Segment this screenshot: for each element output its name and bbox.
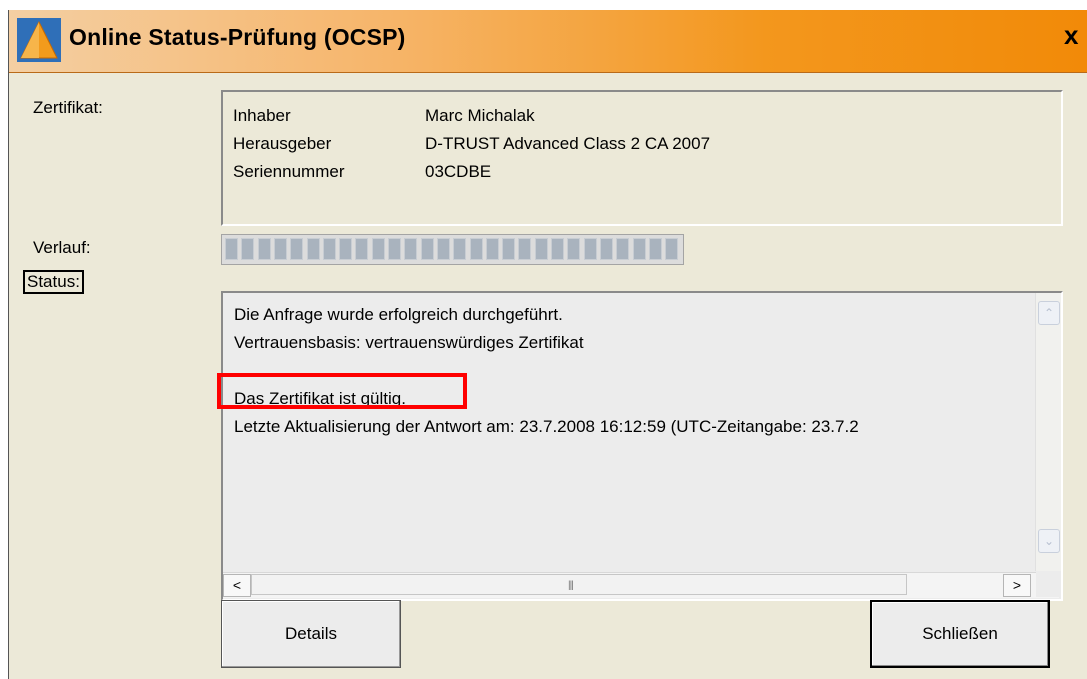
horizontal-scrollbar[interactable]: < ||| > — [223, 572, 1059, 598]
progress-segment — [404, 238, 418, 260]
progress-segment — [371, 238, 385, 260]
progress-segment — [306, 238, 320, 260]
status-text-area[interactable]: Die Anfrage wurde erfolgreich durchgefüh… — [221, 291, 1063, 601]
progress-segment — [241, 238, 255, 260]
progress-segment — [567, 238, 581, 260]
title-bar[interactable]: Online Status-Prüfung (OCSP) x — [9, 10, 1087, 73]
cert-key: Inhaber — [233, 106, 291, 125]
progress-segment — [648, 238, 662, 260]
valid-highlight-box — [217, 373, 467, 409]
scroll-left-icon[interactable]: < — [223, 574, 251, 597]
progress-segment — [518, 238, 532, 260]
progress-segment — [632, 238, 646, 260]
window-title: Online Status-Prüfung (OCSP) — [69, 24, 406, 50]
close-icon[interactable]: x — [1064, 20, 1087, 60]
scroll-down-icon[interactable]: ⌄ — [1038, 529, 1060, 553]
progress-segment — [469, 238, 483, 260]
grip-icon: ||| — [568, 580, 574, 591]
progress-segment — [322, 238, 336, 260]
progress-segment — [551, 238, 564, 260]
progress-segment — [485, 238, 499, 260]
certificate-info-box: Inhaber Marc Michalak Herausgeber D-TRUS… — [221, 90, 1063, 226]
progress-segment — [616, 238, 630, 260]
certificate-label: Zertifikat: — [33, 98, 103, 117]
warning-triangle-icon — [17, 18, 61, 62]
progress-label: Verlauf: — [33, 238, 91, 257]
cert-key: Herausgeber — [233, 134, 332, 153]
progress-segment — [436, 238, 450, 260]
progress-segment — [225, 238, 238, 260]
progress-segment — [502, 238, 516, 260]
progress-segment — [257, 238, 271, 260]
progress-segment — [355, 238, 369, 260]
progress-segment — [339, 238, 353, 260]
scrollbar-corner — [1036, 572, 1061, 597]
progress-segment — [583, 238, 597, 260]
status-line-result: Die Anfrage wurde erfolgreich durchgefüh… — [234, 305, 563, 324]
cert-value: 03CDBE — [425, 162, 492, 181]
cert-value: D-TRUST Advanced Class 2 CA 2007 — [425, 134, 711, 153]
progress-segment — [273, 238, 287, 260]
status-label: Status: — [23, 270, 84, 294]
progress-segment — [599, 238, 613, 260]
scroll-up-icon[interactable]: ⌃ — [1038, 301, 1060, 325]
progress-bar — [221, 234, 684, 265]
cert-key: Seriennummer — [233, 162, 345, 181]
ocsp-dialog: Online Status-Prüfung (OCSP) x Zertifika… — [8, 10, 1087, 679]
status-line-updated: Letzte Aktualisierung der Antwort am: 23… — [234, 417, 859, 436]
progress-segment — [290, 238, 304, 260]
vertical-scrollbar[interactable]: ⌃ ⌄ — [1035, 293, 1061, 571]
scroll-right-icon[interactable]: > — [1003, 574, 1031, 597]
close-button[interactable]: Schließen — [870, 600, 1050, 668]
details-button[interactable]: Details — [221, 600, 401, 668]
progress-segment — [453, 238, 467, 260]
progress-segment — [388, 238, 401, 260]
status-line-trust: Vertrauensbasis: vertrauenswürdiges Zert… — [234, 333, 584, 352]
horizontal-scroll-thumb[interactable]: ||| — [251, 574, 907, 595]
progress-segment — [420, 238, 434, 260]
progress-segment — [534, 238, 548, 260]
cert-value: Marc Michalak — [425, 106, 535, 125]
progress-segment — [665, 238, 679, 260]
